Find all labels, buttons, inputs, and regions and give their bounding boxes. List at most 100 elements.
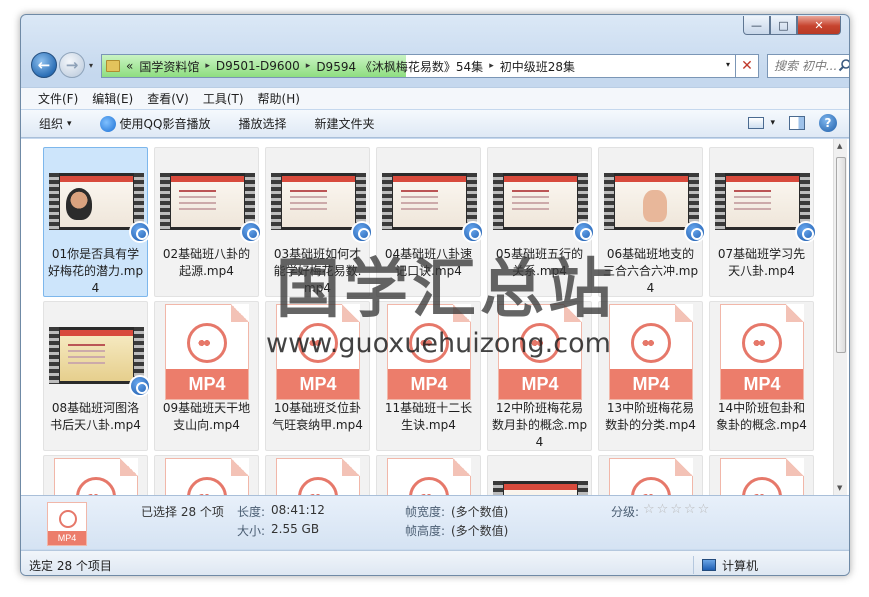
file-name: 01你是否具有学好梅花的潜力.mp4 <box>47 247 144 295</box>
menu-edit[interactable]: 编辑(E) <box>87 88 138 109</box>
file-name: 11基础班十二长生诀.mp4 <box>384 401 473 432</box>
maximize-button[interactable]: □ <box>770 16 797 35</box>
file-item[interactable]: MP4 14中阶班包卦和象卦的概念.mp4 <box>709 301 814 451</box>
menu-help[interactable]: 帮助(H) <box>253 88 305 109</box>
scroll-up-icon[interactable]: ▲ <box>837 142 842 150</box>
play-selection-button[interactable]: 播放选择 <box>238 115 286 132</box>
search-input[interactable] <box>774 59 838 73</box>
frame-header <box>60 176 133 182</box>
preview-pane-icon[interactable] <box>789 116 805 130</box>
breadcrumb-item[interactable]: 国学资料馆 <box>139 58 199 75</box>
new-folder-button[interactable]: 新建文件夹 <box>314 115 374 132</box>
menu-view[interactable]: 查看(V) <box>142 88 194 109</box>
frame-width-label: 帧宽度: <box>405 505 446 519</box>
star-icon[interactable]: ☆ <box>684 502 696 517</box>
frame-header <box>393 176 466 182</box>
selected-count: 已选择 28 个项 <box>141 505 224 519</box>
file-item[interactable]: MP4 <box>265 455 370 495</box>
star-icon[interactable]: ☆ <box>698 502 710 517</box>
breadcrumb-item[interactable]: D9501-D9600 <box>216 59 300 73</box>
star-icon[interactable]: ☆ <box>643 502 655 517</box>
breadcrumb-item[interactable]: 初中级班28集 <box>500 58 575 75</box>
close-button[interactable]: ✕ <box>797 16 841 35</box>
file-name: 14中阶班包卦和象卦的概念.mp4 <box>716 401 807 432</box>
menu-file[interactable]: 文件(F) <box>33 88 83 109</box>
file-item[interactable]: MP4 09基础班天干地支山向.mp4 <box>154 301 259 451</box>
file-item[interactable]: MP4 <box>43 455 148 495</box>
title-bar[interactable]: — □ ✕ <box>21 15 849 45</box>
file-name: 09基础班天干地支山向.mp4 <box>162 401 251 432</box>
menu-tools[interactable]: 工具(T) <box>198 88 249 109</box>
mp4-file-icon: MP4 <box>165 304 249 400</box>
computer-icon <box>702 559 716 571</box>
file-type-label: MP4 <box>610 369 692 399</box>
video-thumbnail <box>493 173 588 230</box>
slide-text <box>290 190 327 192</box>
star-icon[interactable]: ☆ <box>670 502 682 517</box>
size-value: 2.55 GB <box>271 522 320 536</box>
breadcrumb-separator-icon[interactable]: ▸ <box>489 61 494 71</box>
search-icon[interactable] <box>838 58 850 72</box>
scrollbar-thumb[interactable] <box>836 157 846 353</box>
back-button[interactable]: ← <box>31 52 57 78</box>
file-item[interactable]: MP4 <box>154 455 259 495</box>
qq-player-icon <box>129 221 151 243</box>
file-item[interactable]: MP4 <box>709 455 814 495</box>
file-item[interactable]: 07基础班学习先天八卦.mp4 <box>709 147 817 297</box>
slide-text <box>512 190 549 192</box>
breadcrumb-separator-icon[interactable]: ▸ <box>205 61 210 71</box>
star-icon[interactable]: ☆ <box>657 502 669 517</box>
file-name: 06基础班地支的三合六合六冲.mp4 <box>602 247 699 295</box>
file-item[interactable]: MP4 13中阶班梅花易数卦的分类.mp4 <box>598 301 703 451</box>
file-item[interactable]: 03基础班如何才能学好梅花易数.mp4 <box>265 147 373 297</box>
chevron-down-icon: ▾ <box>770 118 775 128</box>
rating-stars[interactable]: ☆ ☆ ☆ ☆ ☆ <box>643 502 709 517</box>
play-with-qq-button[interactable]: 使用QQ影音播放 <box>99 115 210 132</box>
length-label: 长度: <box>237 505 266 519</box>
breadcrumb-item[interactable]: D9594 《沐枫梅花易数》54集 <box>316 58 483 75</box>
file-item[interactable]: 06基础班地支的三合六合六冲.mp4 <box>598 147 706 297</box>
scroll-down-icon[interactable]: ▼ <box>837 484 842 492</box>
forward-button[interactable]: → <box>59 52 85 78</box>
frame-header <box>504 484 577 490</box>
organize-label: 组织 <box>39 117 64 131</box>
breadcrumb-separator-icon[interactable]: ▸ <box>306 61 311 71</box>
help-icon[interactable]: ? <box>819 114 837 132</box>
file-type-label: MP4 <box>721 369 803 399</box>
address-dropdown-icon[interactable]: ▾ <box>726 60 730 69</box>
file-item[interactable]: 05基础班五行的关系.mp4 <box>487 147 595 297</box>
film-reel-icon <box>742 477 782 495</box>
file-item[interactable]: MP4 <box>598 455 703 495</box>
film-reel-icon <box>187 323 227 363</box>
file-item[interactable]: 02基础班八卦的起源.mp4 <box>154 147 262 297</box>
explorer-window: — □ ✕ ← → ▾ « 国学资料馆 ▸ D9501-D9600 ▸ D959… <box>20 14 850 576</box>
mp4-file-icon: MP4 <box>609 458 693 495</box>
organize-button[interactable]: 组织 ▾ <box>39 115 72 132</box>
file-item[interactable]: MP4 10基础班爻位卦气旺衰纳甲.mp4 <box>265 301 370 451</box>
change-view-button[interactable]: ▾ <box>748 117 775 129</box>
stop-button[interactable]: ✕ <box>735 54 759 78</box>
vertical-scrollbar[interactable]: ▲ ▼ <box>833 139 847 495</box>
file-item[interactable] <box>487 455 592 495</box>
file-name: 05基础班五行的关系.mp4 <box>495 247 584 278</box>
file-name: 02基础班八卦的起源.mp4 <box>162 247 251 278</box>
file-item[interactable]: 04基础班八卦速记口诀.mp4 <box>376 147 484 297</box>
recent-pages-dropdown[interactable]: ▾ <box>89 61 93 70</box>
file-item[interactable]: MP4 12中阶班梅花易数月卦的概念.mp4 <box>487 301 592 451</box>
breadcrumb-overflow[interactable]: « <box>126 59 133 73</box>
file-type-label: MP4 <box>388 369 470 399</box>
file-item[interactable]: MP4 <box>376 455 481 495</box>
file-item[interactable]: 08基础班河图洛书后天八卦.mp4 <box>43 301 151 451</box>
file-item[interactable]: 01你是否具有学好梅花的潜力.mp4 <box>43 147 151 297</box>
minimize-button[interactable]: — <box>743 16 770 35</box>
film-reel-icon <box>631 477 671 495</box>
address-bar[interactable]: « 国学资料馆 ▸ D9501-D9600 ▸ D9594 《沐枫梅花易数》54… <box>101 54 737 78</box>
mp4-file-icon: MP4 <box>387 458 471 495</box>
film-reel-icon <box>298 477 338 495</box>
video-thumbnail <box>271 173 366 230</box>
file-list[interactable]: 01你是否具有学好梅花的潜力.mp4 02基础班八卦的起源.mp4 03基础班如何才… <box>21 139 849 495</box>
file-item[interactable]: MP4 11基础班十二长生诀.mp4 <box>376 301 481 451</box>
presenter-image <box>66 188 92 220</box>
search-box[interactable] <box>767 54 850 78</box>
mp4-file-icon: MP4 <box>276 458 360 495</box>
